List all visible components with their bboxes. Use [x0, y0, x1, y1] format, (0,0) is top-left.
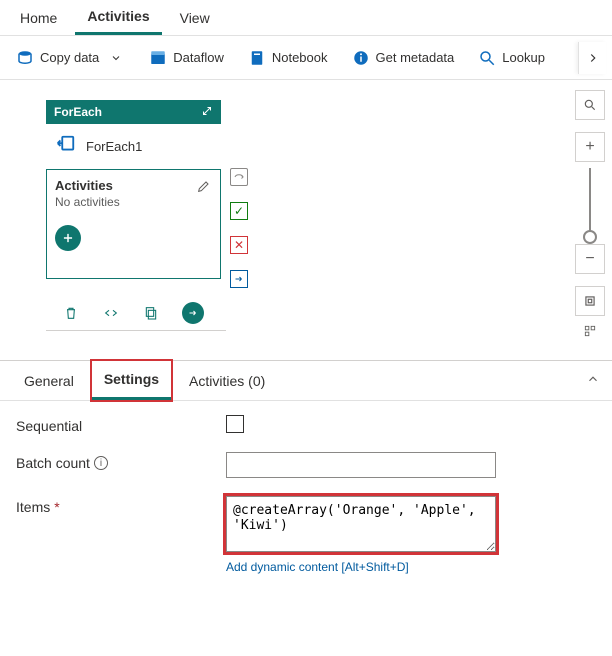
search-icon — [583, 98, 597, 112]
tab-activities[interactable]: Activities — [75, 0, 161, 35]
canvas-divider — [46, 330, 226, 331]
batch-count-label: Batch count i — [16, 452, 226, 471]
expand-icon[interactable] — [201, 105, 213, 120]
info-icon — [352, 49, 370, 67]
fit-icon — [583, 294, 597, 308]
toolbar-overflow-button[interactable] — [578, 42, 606, 74]
skip-badge[interactable] — [230, 168, 248, 186]
lookup-button[interactable]: Lookup — [468, 42, 555, 74]
info-icon[interactable]: i — [94, 456, 108, 470]
panel-tab-settings[interactable]: Settings — [92, 361, 171, 400]
notebook-button[interactable]: Notebook — [238, 42, 338, 74]
panel-collapse-button[interactable] — [586, 372, 600, 389]
add-dynamic-content-link[interactable]: Add dynamic content [Alt+Shift+D] — [226, 560, 496, 574]
dataflow-button[interactable]: Dataflow — [139, 42, 234, 74]
activities-heading: Activities — [55, 178, 212, 193]
items-input[interactable] — [226, 496, 496, 552]
zoom-in-button[interactable]: + — [575, 132, 605, 162]
zoom-out-button[interactable]: − — [575, 244, 605, 274]
activity-inner-body[interactable]: Activities No activities — [46, 169, 221, 279]
pencil-icon[interactable] — [196, 178, 212, 197]
lookup-label: Lookup — [502, 50, 545, 65]
dataflow-label: Dataflow — [173, 50, 224, 65]
items-label: Items* — [16, 496, 226, 515]
delete-icon[interactable] — [62, 304, 80, 322]
failure-badge[interactable]: ✕ — [230, 236, 248, 254]
get-metadata-button[interactable]: Get metadata — [342, 42, 465, 74]
activity-title-row: ForEach1 — [46, 124, 221, 169]
zoom-slider-knob[interactable] — [583, 230, 597, 244]
chevron-down-icon — [107, 49, 125, 67]
top-tab-bar: Home Activities View — [0, 0, 612, 36]
copy-icon[interactable] — [142, 304, 160, 322]
activity-name-label: ForEach1 — [86, 139, 142, 154]
notebook-icon — [248, 49, 266, 67]
tab-view[interactable]: View — [168, 0, 222, 35]
settings-form: Sequential Batch count i Items* Add dyna… — [0, 401, 612, 622]
copy-data-label: Copy data — [40, 50, 99, 65]
zoom-slider[interactable] — [589, 168, 591, 238]
panel-tab-bar: General Settings Activities (0) — [0, 361, 612, 401]
success-badge[interactable]: ✓ — [230, 202, 248, 220]
search-icon — [478, 49, 496, 67]
activity-status-badges: ✓ ✕ — [230, 168, 248, 288]
tab-home[interactable]: Home — [8, 0, 69, 35]
loop-icon — [54, 134, 76, 159]
activity-type-label: ForEach — [54, 105, 102, 119]
notebook-label: Notebook — [272, 50, 328, 65]
sequential-checkbox[interactable] — [226, 415, 244, 433]
canvas-search-button[interactable] — [575, 90, 605, 120]
properties-panel: General Settings Activities (0) Sequenti… — [0, 360, 612, 622]
run-button[interactable] — [182, 302, 204, 324]
foreach-activity[interactable]: ForEach ForEach1 Activities No activitie… — [46, 100, 221, 279]
panel-tab-activities[interactable]: Activities (0) — [177, 361, 277, 400]
fit-to-screen-button[interactable] — [575, 286, 605, 316]
canvas-zoom-rail: + − — [572, 90, 608, 346]
activities-toolbar: Copy data Dataflow Notebook Get metadata… — [0, 36, 612, 80]
add-activity-button[interactable] — [55, 225, 81, 251]
activity-header: ForEach — [46, 100, 221, 124]
code-icon[interactable] — [102, 304, 120, 322]
sequential-label: Sequential — [16, 415, 226, 434]
chevron-up-icon — [586, 372, 600, 386]
completion-badge[interactable] — [230, 270, 248, 288]
copy-data-button[interactable]: Copy data — [6, 42, 135, 74]
minimap-icon — [583, 324, 597, 338]
plus-icon — [61, 231, 75, 245]
batch-count-input[interactable] — [226, 452, 496, 478]
activity-action-row — [62, 302, 204, 324]
get-metadata-label: Get metadata — [376, 50, 455, 65]
database-icon — [16, 49, 34, 67]
dataflow-icon — [149, 49, 167, 67]
panel-tab-general[interactable]: General — [12, 361, 86, 400]
no-activities-text: No activities — [55, 195, 212, 209]
arrow-right-icon — [187, 307, 199, 319]
chevron-right-icon — [586, 51, 600, 65]
minimap-button[interactable] — [575, 316, 605, 346]
pipeline-canvas[interactable]: ForEach ForEach1 Activities No activitie… — [0, 80, 612, 360]
